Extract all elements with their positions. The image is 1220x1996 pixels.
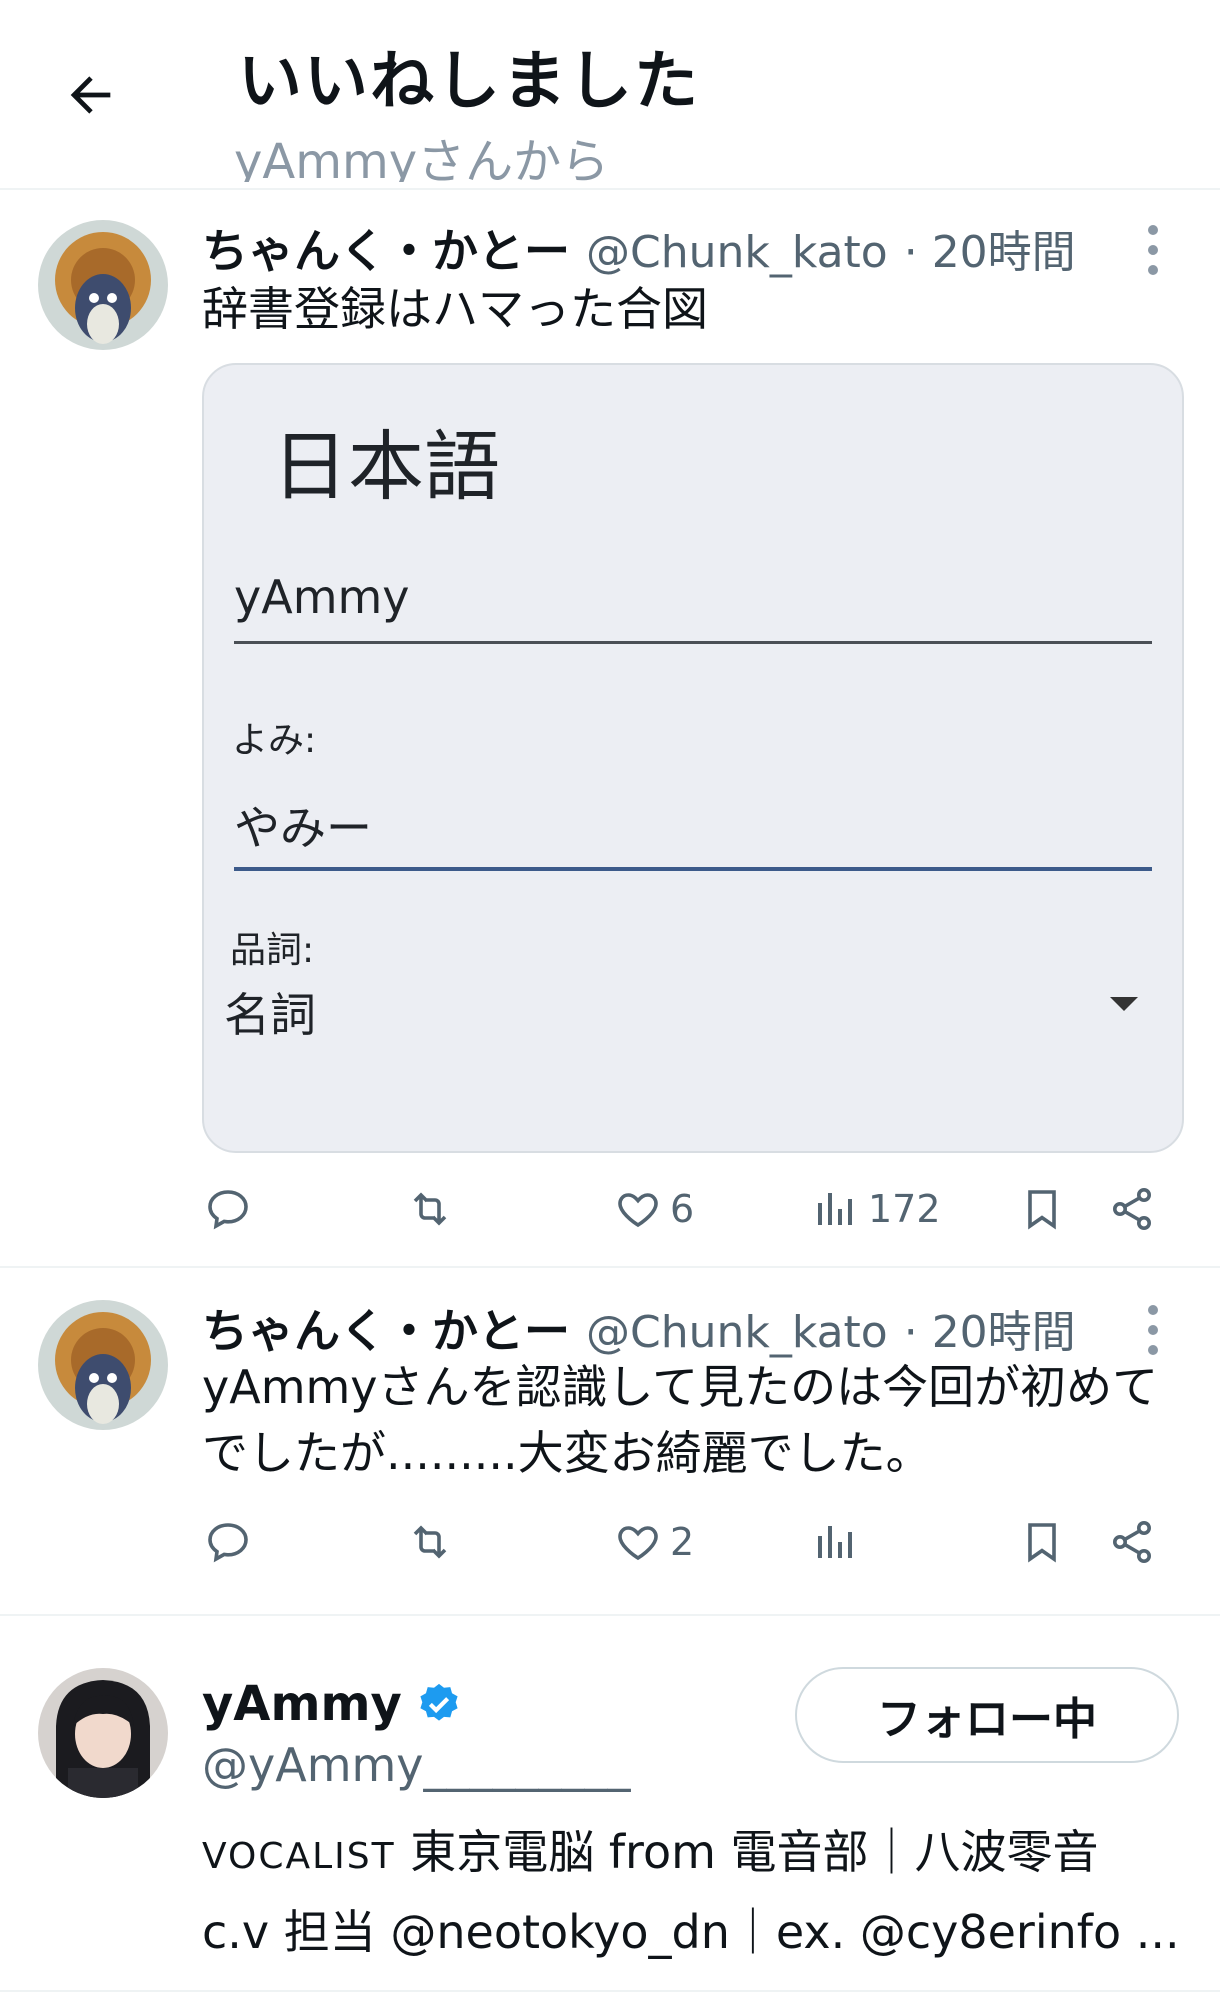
share-icon	[1113, 1188, 1151, 1230]
following-button[interactable]: フォロー中	[795, 1667, 1179, 1763]
tweet-meta: ちゃんく・かとー @Chunk_kato · 20時間	[202, 1295, 1076, 1361]
author-handle[interactable]: @Chunk_kato	[586, 227, 888, 278]
like-button[interactable]: 2	[614, 1518, 694, 1566]
retweet-icon	[413, 1525, 447, 1559]
page-title: いいねしました	[238, 45, 700, 119]
user-bio-line: VOCALIST 東京電脳 from 電音部｜八波零音	[202, 1816, 1099, 1882]
bookmark-button[interactable]	[1018, 1518, 1066, 1566]
retweet-icon	[413, 1192, 447, 1226]
like-count: 2	[670, 1520, 695, 1564]
tweet-text: 辞書登録はハマった合図	[202, 276, 708, 342]
views-chart-icon	[818, 1526, 852, 1558]
more-options-button[interactable]	[1146, 222, 1160, 278]
tweet-divider	[0, 1266, 1220, 1268]
reading-underline	[234, 867, 1152, 871]
avatar-image	[38, 1300, 168, 1430]
word-value: yAmmy	[234, 570, 410, 624]
avatar-image	[38, 220, 168, 350]
back-button[interactable]	[62, 66, 120, 124]
more-options-button[interactable]	[1146, 1302, 1160, 1358]
like-button[interactable]: 6	[614, 1185, 694, 1233]
avatar[interactable]	[38, 220, 168, 350]
reply-icon	[208, 1190, 248, 1230]
dictionary-title: 日本語	[272, 422, 500, 511]
share-button[interactable]	[1108, 1185, 1156, 1233]
heart-icon	[618, 1526, 658, 1561]
author-name[interactable]: ちゃんく・かとー	[202, 215, 570, 281]
reading-value: やみー	[234, 801, 372, 855]
dropdown-caret-icon	[1110, 997, 1138, 1011]
tweet-meta: ちゃんく・かとー @Chunk_kato · 20時間	[202, 215, 1076, 281]
header-divider	[0, 188, 1220, 190]
tweet-image[interactable]: 日本語 yAmmy よみ: やみー 品詞: 名詞	[202, 363, 1184, 1153]
bottom-divider	[0, 1990, 1220, 1992]
retweet-button[interactable]	[406, 1185, 454, 1233]
bio-role: VOCALIST	[202, 1836, 396, 1877]
user-name-row: yAmmy	[202, 1676, 462, 1732]
reading-label: よみ:	[232, 720, 317, 761]
views-button[interactable]	[812, 1518, 860, 1566]
tweet-time[interactable]: · 20時間	[904, 216, 1076, 280]
views-chart-icon	[818, 1193, 852, 1225]
bookmark-button[interactable]	[1018, 1185, 1066, 1233]
heart-icon	[618, 1193, 658, 1228]
back-arrow-icon	[70, 76, 111, 114]
reply-button[interactable]	[204, 1518, 252, 1566]
tweet-time[interactable]: · 20時間	[904, 1296, 1076, 1360]
bio-text: 東京電脳 from 電音部｜八波零音	[395, 1825, 1099, 1879]
pos-label: 品詞:	[230, 930, 315, 971]
views-button[interactable]: 172	[812, 1185, 941, 1233]
share-icon	[1113, 1521, 1151, 1563]
verified-badge-icon	[420, 1683, 458, 1721]
bookmark-icon	[1028, 1523, 1056, 1563]
author-handle[interactable]: @Chunk_kato	[586, 1307, 888, 1358]
share-button[interactable]	[1108, 1518, 1156, 1566]
user-avatar-image	[38, 1668, 168, 1798]
reply-button[interactable]	[204, 1185, 252, 1233]
tweet-text-line: yAmmyさんを認識して見たのは今回が初めて	[202, 1360, 1159, 1414]
user-name[interactable]: yAmmy	[202, 1676, 402, 1732]
more-vertical-icon	[1148, 225, 1158, 275]
author-name[interactable]: ちゃんく・かとー	[202, 1295, 570, 1361]
more-vertical-icon	[1148, 1305, 1158, 1355]
word-underline	[234, 641, 1152, 644]
views-count: 172	[868, 1187, 941, 1231]
avatar[interactable]	[38, 1300, 168, 1430]
like-count: 6	[670, 1187, 695, 1231]
tweet-text-line: でしたが.........大変お綺麗でした。	[202, 1426, 932, 1480]
user-handle: @yAmmy_________	[202, 1738, 631, 1792]
pos-value: 名詞	[224, 988, 316, 1042]
user-avatar[interactable]	[38, 1668, 168, 1798]
reply-icon	[208, 1523, 248, 1563]
tweet-text-line: 辞書登録はハマった合図	[202, 282, 708, 336]
tweet-text: yAmmyさんを認識して見たのは今回が初めて でしたが.........大変お綺…	[202, 1354, 1158, 1486]
retweet-button[interactable]	[406, 1518, 454, 1566]
bookmark-icon	[1028, 1190, 1056, 1230]
page-subtitle: yAmmyさんから	[234, 134, 610, 182]
user-bio-line: c.v 担当 @neotokyo_dn｜ex. @cy8erinfo ...	[202, 1905, 1180, 1959]
section-divider	[0, 1614, 1220, 1616]
